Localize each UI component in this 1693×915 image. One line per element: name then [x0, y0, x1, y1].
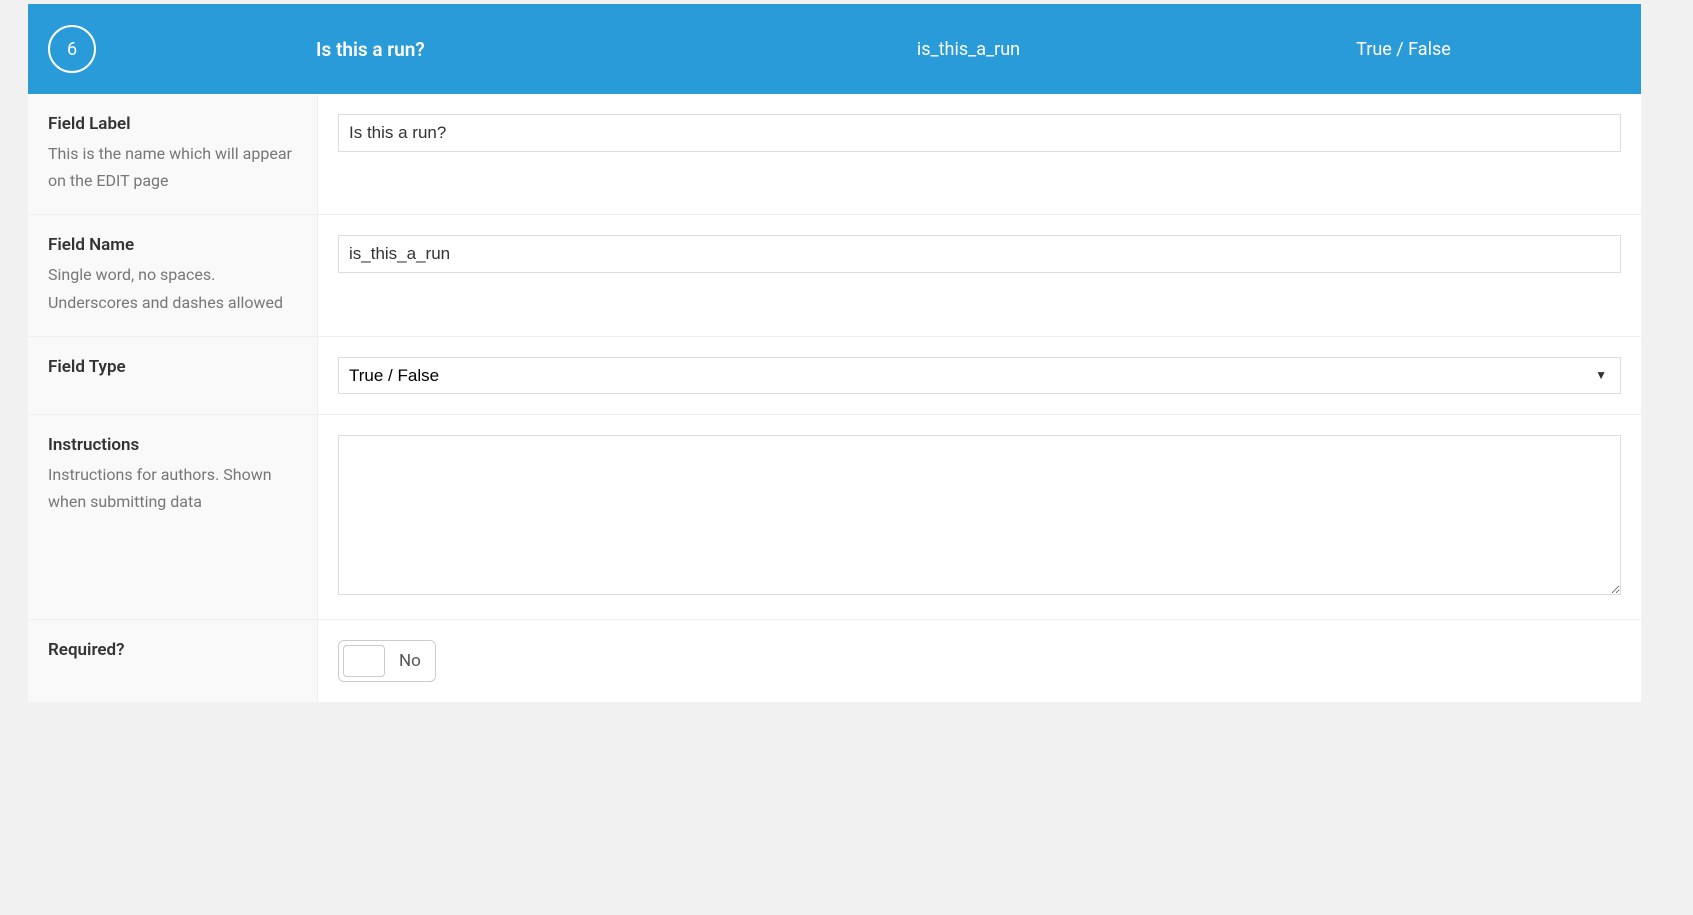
row-field-label: Field Label This is the name which will … — [28, 94, 1641, 215]
row-field-name: Field Name Single word, no spaces. Under… — [28, 215, 1641, 336]
instructions-desc: Instructions for authors. Shown when sub… — [48, 461, 297, 515]
row-instructions: Instructions Instructions for authors. S… — [28, 415, 1641, 620]
field-header-type: True / False — [1186, 39, 1621, 60]
field-name-input[interactable] — [338, 235, 1621, 273]
field-header[interactable]: 6 Is this a run? is_this_a_run True / Fa… — [28, 4, 1641, 94]
row-required: Required? No — [28, 620, 1641, 702]
field-type-title: Field Type — [48, 357, 297, 377]
field-name-title: Field Name — [48, 235, 297, 255]
field-header-label: Is this a run? — [116, 38, 751, 61]
required-title: Required? — [48, 640, 297, 660]
row-field-type: Field Type True / False — [28, 337, 1641, 415]
field-label-title: Field Label — [48, 114, 297, 134]
field-order-badge[interactable]: 6 — [48, 25, 96, 73]
required-toggle[interactable]: No — [338, 640, 436, 682]
required-toggle-label: No — [399, 651, 421, 671]
field-label-input[interactable] — [338, 114, 1621, 152]
instructions-textarea[interactable] — [338, 435, 1621, 595]
field-header-name: is_this_a_run — [751, 39, 1186, 60]
field-order-number: 6 — [67, 39, 77, 60]
field-name-desc: Single word, no spaces. Underscores and … — [48, 261, 297, 315]
instructions-title: Instructions — [48, 435, 297, 455]
field-type-select[interactable]: True / False — [338, 357, 1621, 394]
toggle-knob-icon — [343, 645, 385, 677]
field-label-desc: This is the name which will appear on th… — [48, 140, 297, 194]
